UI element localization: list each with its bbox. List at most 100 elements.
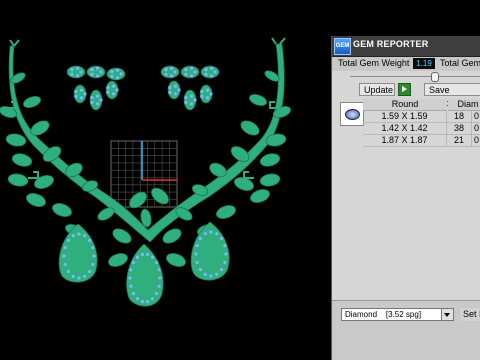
gem-dot xyxy=(169,74,174,78)
panel-title: GEM REPORTER xyxy=(353,39,429,49)
gem-thumbnail-icon[interactable] xyxy=(340,102,364,126)
gem-dot xyxy=(79,88,84,92)
gem-dot xyxy=(88,238,92,243)
gem-dot xyxy=(193,98,197,102)
gem-dot xyxy=(146,252,150,256)
gem-reporter-panel: GEM GEM REPORTER Total Gem Weight 1.19 T… xyxy=(331,36,480,360)
table-row[interactable]: 1.42 X 1.42 38 0 xyxy=(363,123,480,135)
gem-reporter-logo-icon: GEM xyxy=(334,38,351,55)
gem-dot xyxy=(173,92,178,96)
gem-dot xyxy=(131,291,136,296)
gem-dot xyxy=(220,236,224,241)
slider-track[interactable] xyxy=(350,76,480,77)
column-header-diam[interactable]: Diam xyxy=(448,99,480,111)
gem-dot xyxy=(92,254,96,258)
set-button[interactable]: Set I xyxy=(460,308,480,321)
gem-dot xyxy=(66,269,70,274)
gem-dot xyxy=(140,300,144,304)
jewelry-render xyxy=(0,37,291,307)
gem-dot xyxy=(90,68,94,72)
gem-dot xyxy=(88,269,92,274)
panel-header: GEM GEM REPORTER xyxy=(332,36,480,57)
gem-dot xyxy=(184,72,188,76)
gem-dot xyxy=(115,76,120,80)
gem-dot xyxy=(95,94,100,98)
table-cell-extra: 0 xyxy=(472,135,480,146)
3d-viewport[interactable] xyxy=(0,0,331,360)
gem-dot xyxy=(164,72,168,76)
gem-dot xyxy=(164,68,168,72)
gem-dot xyxy=(157,284,161,288)
gem-dot xyxy=(71,234,75,238)
gem-dot xyxy=(209,92,213,96)
gem-dot xyxy=(129,284,133,288)
gem-dot xyxy=(215,232,219,236)
gem-dot xyxy=(220,267,224,272)
table-cell-count: 18 xyxy=(447,111,472,122)
gem-dot xyxy=(189,102,194,106)
gem-dot xyxy=(205,88,210,92)
table-cell-size: 1.59 X 1.59 xyxy=(363,111,447,122)
save-report-button[interactable]: Save Report xyxy=(424,83,480,108)
column-header-round[interactable]: Round xyxy=(363,99,447,111)
gem-dot xyxy=(79,70,83,74)
gem-dot xyxy=(62,254,66,258)
gem-dot xyxy=(204,72,208,76)
gem-dot xyxy=(215,272,219,276)
table-cell-count: 21 xyxy=(447,135,472,146)
gem-dot xyxy=(198,236,202,241)
gem-dot xyxy=(184,100,188,104)
gem-dot xyxy=(205,96,210,100)
gem-dot xyxy=(77,232,81,236)
table-cell-size: 1.87 X 1.87 xyxy=(363,135,447,146)
gem-dot xyxy=(91,245,95,250)
total-weight-value: 1.19 xyxy=(413,58,435,69)
gem-dot xyxy=(224,252,228,256)
gem-dot xyxy=(74,90,78,94)
gem-dot xyxy=(189,94,194,98)
gem-dot xyxy=(140,252,144,256)
table-row[interactable]: 1.87 X 1.87 21 0 xyxy=(363,135,480,147)
gem-dot xyxy=(173,70,177,74)
gem-dot xyxy=(195,243,199,248)
gem-dot xyxy=(154,291,159,296)
gem-dot xyxy=(77,276,81,280)
play-icon[interactable] xyxy=(398,83,411,96)
gem-dot xyxy=(223,243,227,248)
gem-dot xyxy=(184,68,188,72)
total-gem-label: Total Gem xyxy=(440,58,480,68)
gem-dot xyxy=(135,255,140,259)
gem-dot xyxy=(115,68,120,72)
gem-dot xyxy=(154,260,159,265)
table-cell-extra: 0 xyxy=(472,111,480,122)
chevron-down-icon[interactable] xyxy=(441,309,453,320)
gem-dot xyxy=(99,70,103,74)
gem-dot xyxy=(200,94,204,98)
gem-dot xyxy=(131,260,136,265)
gem-dot xyxy=(213,70,217,74)
gem-dot xyxy=(83,234,87,238)
gem-dot xyxy=(106,86,110,90)
necklace xyxy=(0,37,291,307)
gem-dot xyxy=(63,245,67,250)
gem-dot xyxy=(90,96,94,100)
gem-dot xyxy=(150,297,155,301)
gem-dot xyxy=(71,274,75,278)
gem-dot xyxy=(184,96,188,100)
gem-dot xyxy=(168,90,172,94)
gem-dot xyxy=(91,262,95,267)
table-cell-size: 1.42 X 1.42 xyxy=(363,123,447,134)
gem-dot xyxy=(157,268,161,272)
material-select-value: Diamond [3.52 spg] xyxy=(345,310,422,319)
right-leaves xyxy=(162,70,291,267)
gem-dot xyxy=(75,66,80,70)
material-select[interactable]: Diamond [3.52 spg] xyxy=(341,308,454,321)
panel-footer: Diamond [3.52 spg] Set I xyxy=(332,300,480,360)
gem-dot xyxy=(83,92,87,96)
gem-dot xyxy=(106,90,110,94)
total-weight-label: Total Gem Weight xyxy=(338,58,410,68)
gem-dot xyxy=(110,70,114,74)
table-row[interactable]: 1.59 X 1.59 18 0 xyxy=(363,111,480,123)
update-button[interactable]: Update xyxy=(359,83,395,96)
slider-handle[interactable] xyxy=(431,72,439,82)
